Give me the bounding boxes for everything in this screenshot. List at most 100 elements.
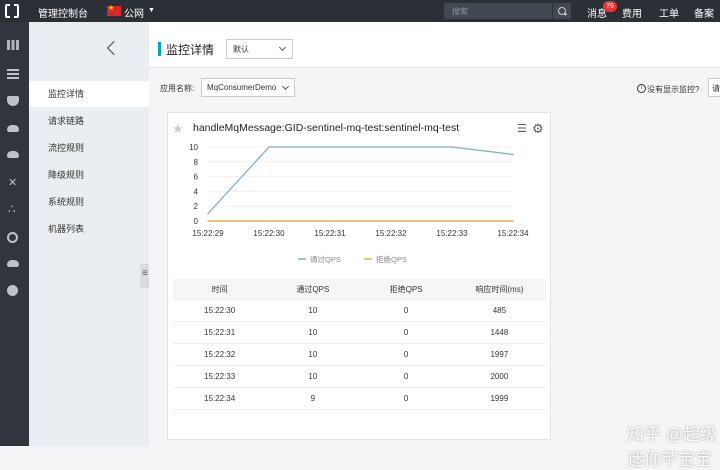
table-cell: 0 (403, 394, 409, 403)
grid-icon[interactable] (7, 40, 19, 50)
column-header: 时间 (211, 284, 228, 294)
aliyun-logo-icon[interactable] (5, 3, 19, 19)
table-cell: 1997 (490, 350, 509, 359)
data-point (207, 212, 209, 215)
list-icon[interactable] (7, 69, 19, 79)
table-cell: 15:22:32 (204, 350, 236, 359)
column-header: 通过QPS (296, 284, 330, 294)
x-tick-label: 15:22:30 (253, 229, 285, 238)
chevron-down-icon (281, 82, 290, 91)
view-select[interactable]: 默认 (226, 39, 293, 59)
table-header-row: 时间 通过QPS 拒绝QPS 响应时间(ms) (173, 279, 546, 300)
page-header: 监控详情 默认 (149, 22, 720, 68)
data-point (451, 146, 453, 148)
table-cell: 1448 (490, 328, 509, 337)
table-cell: 9 (310, 394, 316, 403)
table-cell: 0 (403, 372, 409, 381)
data-point (207, 220, 209, 222)
console-title[interactable]: 管理控制台 (38, 5, 88, 20)
menu-icon[interactable]: ☰ (517, 124, 527, 135)
legend-label: 拒绝QPS (376, 254, 407, 264)
sidebar-item-request-chain[interactable]: 请求链路 (29, 108, 149, 134)
china-flag-icon (107, 4, 121, 16)
y-tick-label: 2 (194, 202, 199, 211)
table-cell: 10 (308, 372, 318, 381)
sidebar: 监控详情 请求链路 流控规则 降级规则 系统规则 机器列表 (29, 22, 149, 446)
table-row: 15:22:30 10 0 485 (173, 300, 546, 322)
y-tick-label: 8 (194, 158, 199, 167)
product-rail (0, 22, 29, 446)
messages-count-badge: 79 (603, 1, 617, 12)
table-cell: 2000 (490, 372, 509, 381)
y-tick-label: 0 (194, 217, 199, 226)
beian-link[interactable]: 备案 (694, 5, 714, 20)
table-cell: 0 (403, 306, 409, 315)
sidebar-item-machines[interactable]: 机器列表 (29, 216, 149, 242)
top-navbar: 管理控制台 公网 ▼ 搜索 消息 79 费用 工单 备案 (0, 0, 720, 22)
table-cell: 0 (403, 328, 409, 337)
ticket-link[interactable]: 工单 (659, 5, 679, 20)
app-select-value: MqConsumerDemo (207, 83, 277, 92)
data-point (329, 146, 331, 148)
no-monitor-help-link[interactable]: 没有显示监控? (647, 84, 699, 95)
table-row: 15:22:32 10 0 1997 (173, 344, 546, 366)
x-tick-label: 15:22:29 (192, 229, 224, 238)
sidebar-item-system-rules[interactable]: 系统规则 (29, 189, 149, 215)
fee-link[interactable]: 费用 (622, 5, 642, 20)
data-point (268, 220, 270, 222)
table-row: 15:22:34 9 0 1999 (173, 388, 546, 410)
globe-icon[interactable] (7, 232, 18, 243)
star-icon[interactable]: ★ (172, 121, 184, 137)
y-tick-label: 4 (194, 187, 199, 196)
app-select[interactable]: MqConsumerDemo (201, 78, 295, 97)
table-cell: 15:22:31 (204, 328, 236, 337)
sidebar-item-degrade-rules[interactable]: 降级规则 (29, 162, 149, 188)
data-point (512, 220, 514, 222)
table-cell: 10 (308, 350, 318, 359)
table-cell: 15:22:34 (204, 394, 236, 403)
x-tick-label: 15:22:32 (375, 229, 407, 238)
network-icon[interactable] (7, 176, 19, 189)
table-cell: 485 (492, 306, 507, 315)
data-point (390, 220, 392, 222)
view-select-value: 默认 (233, 45, 249, 54)
sidebar-item-monitor[interactable]: 监控详情 (29, 81, 149, 107)
table-cell: 10 (308, 306, 318, 315)
table-cell: 15:22:30 (204, 306, 236, 315)
data-point (390, 146, 392, 148)
column-header: 拒绝QPS (389, 284, 423, 294)
data-point (451, 220, 453, 222)
page-title: 监控详情 (166, 43, 215, 57)
y-tick-label: 6 (194, 173, 199, 182)
database-icon[interactable] (7, 260, 19, 267)
x-tick-label: 15:22:31 (314, 229, 346, 238)
search-input[interactable]: 搜索 (444, 3, 552, 19)
info-icon[interactable]: i (637, 84, 646, 93)
sidebar-item-flow-rules[interactable]: 流控规则 (29, 135, 149, 161)
search-icon[interactable] (553, 3, 571, 19)
qps-table: 时间 通过QPS 拒绝QPS 响应时间(ms) 15:22:30 10 0 48… (173, 279, 546, 410)
search-field[interactable]: 请 (708, 78, 720, 97)
circle-icon[interactable] (7, 285, 18, 296)
cloud-icon[interactable] (7, 125, 19, 132)
qps-line-chart: 0 2 4 6 8 10 15:22:29 15:22:30 15:22:31 15:22:32 1… (189, 143, 529, 264)
region-selector[interactable]: 公网 (124, 5, 144, 20)
title-accent (158, 42, 161, 56)
main-content: 监控详情 默认 应用名称: MqConsumerDemo i 没有显示监控? 请… (149, 22, 720, 469)
cluster-icon[interactable] (7, 202, 19, 216)
monitor-card: ★ handleMqMessage:GID-sentinel-mq-test:s… (167, 112, 551, 440)
cloud-upload-icon[interactable] (7, 151, 19, 158)
chevron-down-icon (278, 43, 287, 52)
data-point (329, 220, 331, 222)
chevron-down-icon[interactable]: ▼ (148, 7, 155, 14)
shield-icon[interactable] (7, 96, 19, 106)
gear-icon[interactable]: ⚙ (532, 121, 544, 137)
back-arrow-icon[interactable] (106, 40, 122, 56)
watermark-text: 知乎 @超级迷你芊宝宝 (627, 425, 717, 469)
data-point (512, 153, 514, 156)
table-row: 15:22:31 10 0 1448 (173, 322, 546, 344)
series-line (207, 146, 514, 215)
table-row: 15:22:33 10 0 2000 (173, 366, 546, 388)
y-tick-label: 10 (189, 143, 198, 152)
data-point (268, 146, 270, 148)
